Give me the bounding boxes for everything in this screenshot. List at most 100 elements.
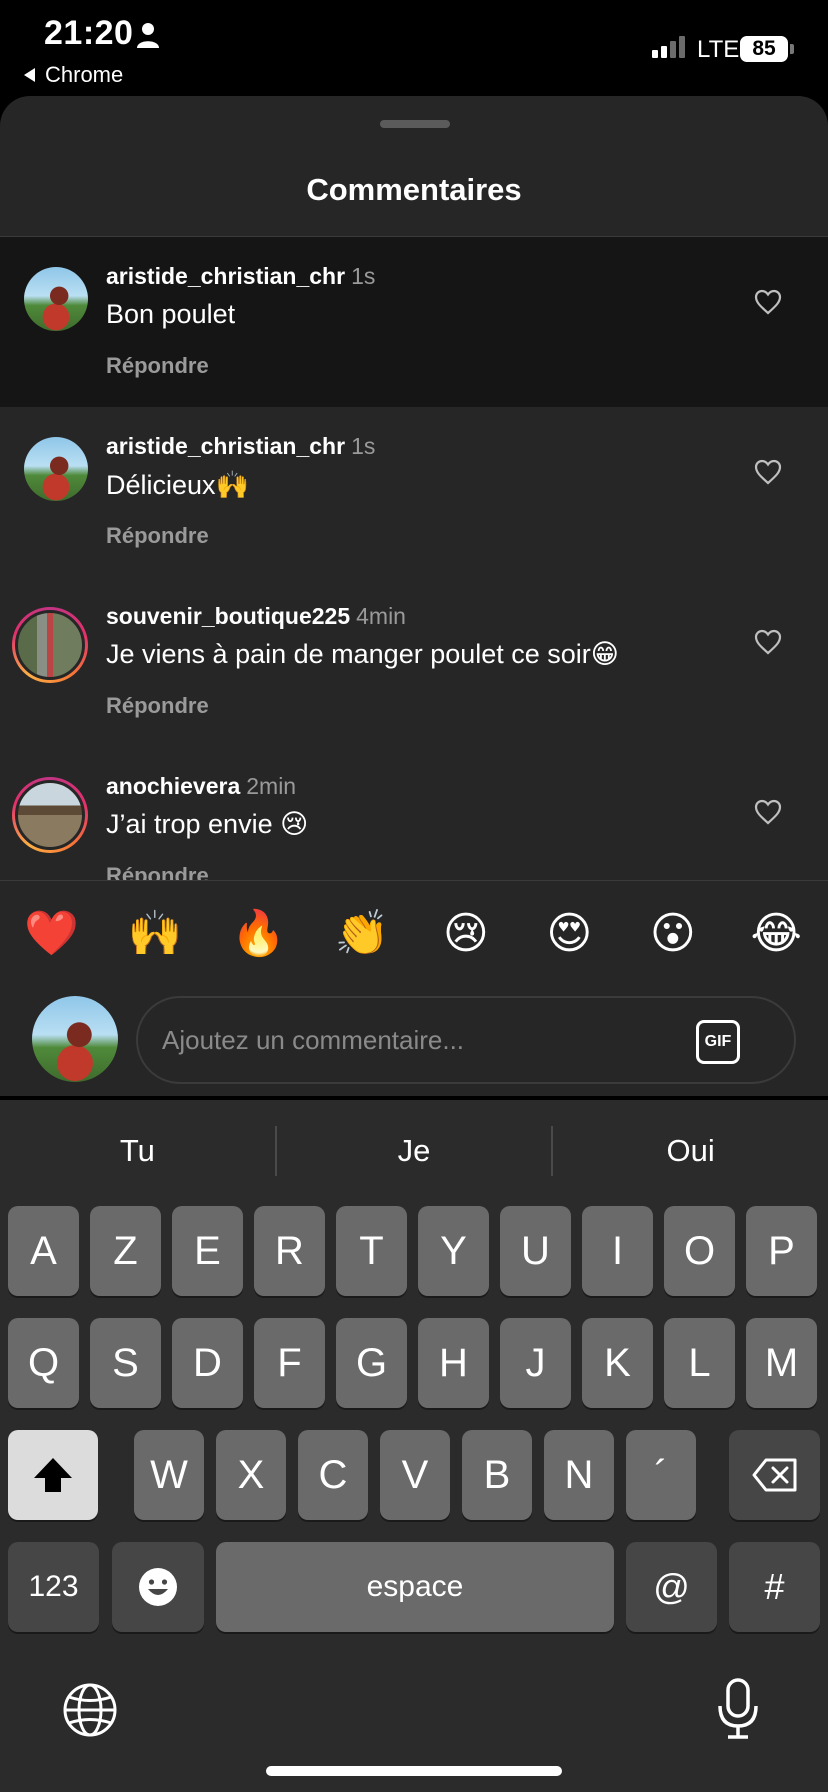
comment-text: J’ai trop envie 😢: [106, 809, 309, 839]
key[interactable]: K: [582, 1318, 653, 1408]
emoji-raised-hands-button[interactable]: 🙌: [120, 904, 190, 964]
key[interactable]: G: [336, 1318, 407, 1408]
at-key[interactable]: @: [626, 1542, 717, 1632]
back-arrow-icon: [24, 68, 35, 82]
key[interactable]: H: [418, 1318, 489, 1408]
network-type: LTE: [697, 36, 740, 63]
divider: [0, 880, 828, 881]
reply-button[interactable]: Répondre: [106, 693, 209, 719]
suggestion-item[interactable]: Tu: [0, 1126, 275, 1176]
comment-username[interactable]: anochievera: [106, 773, 240, 799]
avatar[interactable]: [24, 437, 88, 501]
suggestion-bar: Tu Je Oui: [0, 1126, 828, 1176]
key[interactable]: Q: [8, 1318, 79, 1408]
comment-username[interactable]: souvenir_boutique225: [106, 603, 350, 629]
avatar: [15, 780, 85, 850]
comment-username[interactable]: aristide_christian_chr: [106, 263, 345, 289]
heart-icon[interactable]: [754, 289, 782, 315]
comment-time: 1s: [351, 263, 376, 289]
comment-username[interactable]: aristide_christian_chr: [106, 433, 345, 459]
avatar: [15, 610, 85, 680]
emoji-surprised-button[interactable]: 😮: [638, 904, 708, 964]
reply-button[interactable]: Répondre: [106, 863, 209, 881]
back-to-app-link[interactable]: Chrome: [24, 62, 123, 88]
current-user-avatar: [32, 996, 118, 1082]
key[interactable]: P: [746, 1206, 817, 1296]
key[interactable]: R: [254, 1206, 325, 1296]
reply-button[interactable]: Répondre: [106, 523, 209, 549]
suggestion-item[interactable]: Oui: [553, 1126, 828, 1176]
keyboard: Tu Je Oui A Z E R T Y U I O P Q S D F G …: [0, 1100, 828, 1792]
emoji-key[interactable]: [112, 1542, 204, 1632]
key[interactable]: S: [90, 1318, 161, 1408]
key[interactable]: U: [500, 1206, 571, 1296]
comment-item: aristide_christian_chr 1s Délicieux🙌 Répo…: [0, 407, 828, 577]
emoji-heart-button[interactable]: ❤️: [17, 904, 87, 964]
emoji-laugh-button[interactable]: 😂: [741, 904, 811, 964]
key[interactable]: E: [172, 1206, 243, 1296]
key[interactable]: X: [216, 1430, 286, 1520]
key[interactable]: J: [500, 1318, 571, 1408]
key[interactable]: B: [462, 1430, 532, 1520]
globe-icon[interactable]: [62, 1682, 118, 1738]
comment-time: 1s: [351, 433, 376, 459]
avatar[interactable]: [24, 267, 88, 331]
microphone-icon[interactable]: [716, 1678, 760, 1740]
comment-text: Délicieux🙌: [106, 470, 250, 500]
shift-key[interactable]: [8, 1430, 98, 1520]
space-key[interactable]: espace: [216, 1542, 614, 1632]
key[interactable]: L: [664, 1318, 735, 1408]
comment-time: 2min: [246, 773, 297, 799]
comment-header: aristide_christian_chr 1s: [106, 433, 375, 460]
heart-icon[interactable]: [754, 629, 782, 655]
shift-arrow-icon: [34, 1458, 72, 1492]
emoji-heart-eyes-button[interactable]: 😍: [534, 904, 604, 964]
key[interactable]: T: [336, 1206, 407, 1296]
reply-button[interactable]: Répondre: [106, 353, 209, 379]
status-bar: 21:20 Chrome LTE 85: [0, 0, 828, 96]
key[interactable]: M: [746, 1318, 817, 1408]
key[interactable]: N: [544, 1430, 614, 1520]
numbers-key[interactable]: 123: [8, 1542, 99, 1632]
comment-header: aristide_christian_chr 1s: [106, 263, 375, 290]
sheet-title: Commentaires: [306, 172, 522, 207]
heart-icon[interactable]: [754, 799, 782, 825]
key[interactable]: ´: [626, 1430, 696, 1520]
key[interactable]: Z: [90, 1206, 161, 1296]
signal-icon: [652, 36, 685, 58]
hash-key[interactable]: #: [729, 1542, 820, 1632]
emoji-face-icon: [139, 1568, 177, 1606]
key[interactable]: C: [298, 1430, 368, 1520]
emoji-cry-button[interactable]: 😢: [431, 904, 501, 964]
comment-input[interactable]: [162, 1018, 682, 1062]
comment-time: 4min: [356, 603, 406, 629]
avatar-story-ring[interactable]: [12, 607, 88, 683]
backspace-key[interactable]: [729, 1430, 820, 1520]
comment-header: souvenir_boutique225 4min: [106, 603, 406, 630]
key[interactable]: I: [582, 1206, 653, 1296]
avatar-story-ring[interactable]: [12, 777, 88, 853]
sheet-grabber[interactable]: [380, 120, 450, 128]
key[interactable]: W: [134, 1430, 204, 1520]
key[interactable]: F: [254, 1318, 325, 1408]
gif-button[interactable]: GIF: [696, 1020, 740, 1064]
key[interactable]: Y: [418, 1206, 489, 1296]
comment-input-container: GIF: [136, 996, 796, 1084]
emoji-fire-button[interactable]: 🔥: [224, 904, 294, 964]
key[interactable]: A: [8, 1206, 79, 1296]
battery-level: 85: [752, 37, 776, 60]
key[interactable]: O: [664, 1206, 735, 1296]
heart-icon[interactable]: [754, 459, 782, 485]
suggestion-item[interactable]: Je: [277, 1126, 552, 1176]
comment-item: aristide_christian_chr 1s Bon poulet Répo…: [0, 237, 828, 407]
comment-header: anochievera 2min: [106, 773, 296, 800]
battery-tip: [790, 44, 794, 54]
comment-text: Je viens à pain de manger poulet ce soir…: [106, 639, 619, 669]
key[interactable]: D: [172, 1318, 243, 1408]
comment-text: Bon poulet: [106, 299, 236, 329]
battery-icon: 85: [740, 36, 788, 62]
emoji-clap-button[interactable]: 👏: [327, 904, 397, 964]
key[interactable]: V: [380, 1430, 450, 1520]
backspace-icon: [752, 1458, 796, 1492]
home-indicator[interactable]: [266, 1766, 562, 1776]
